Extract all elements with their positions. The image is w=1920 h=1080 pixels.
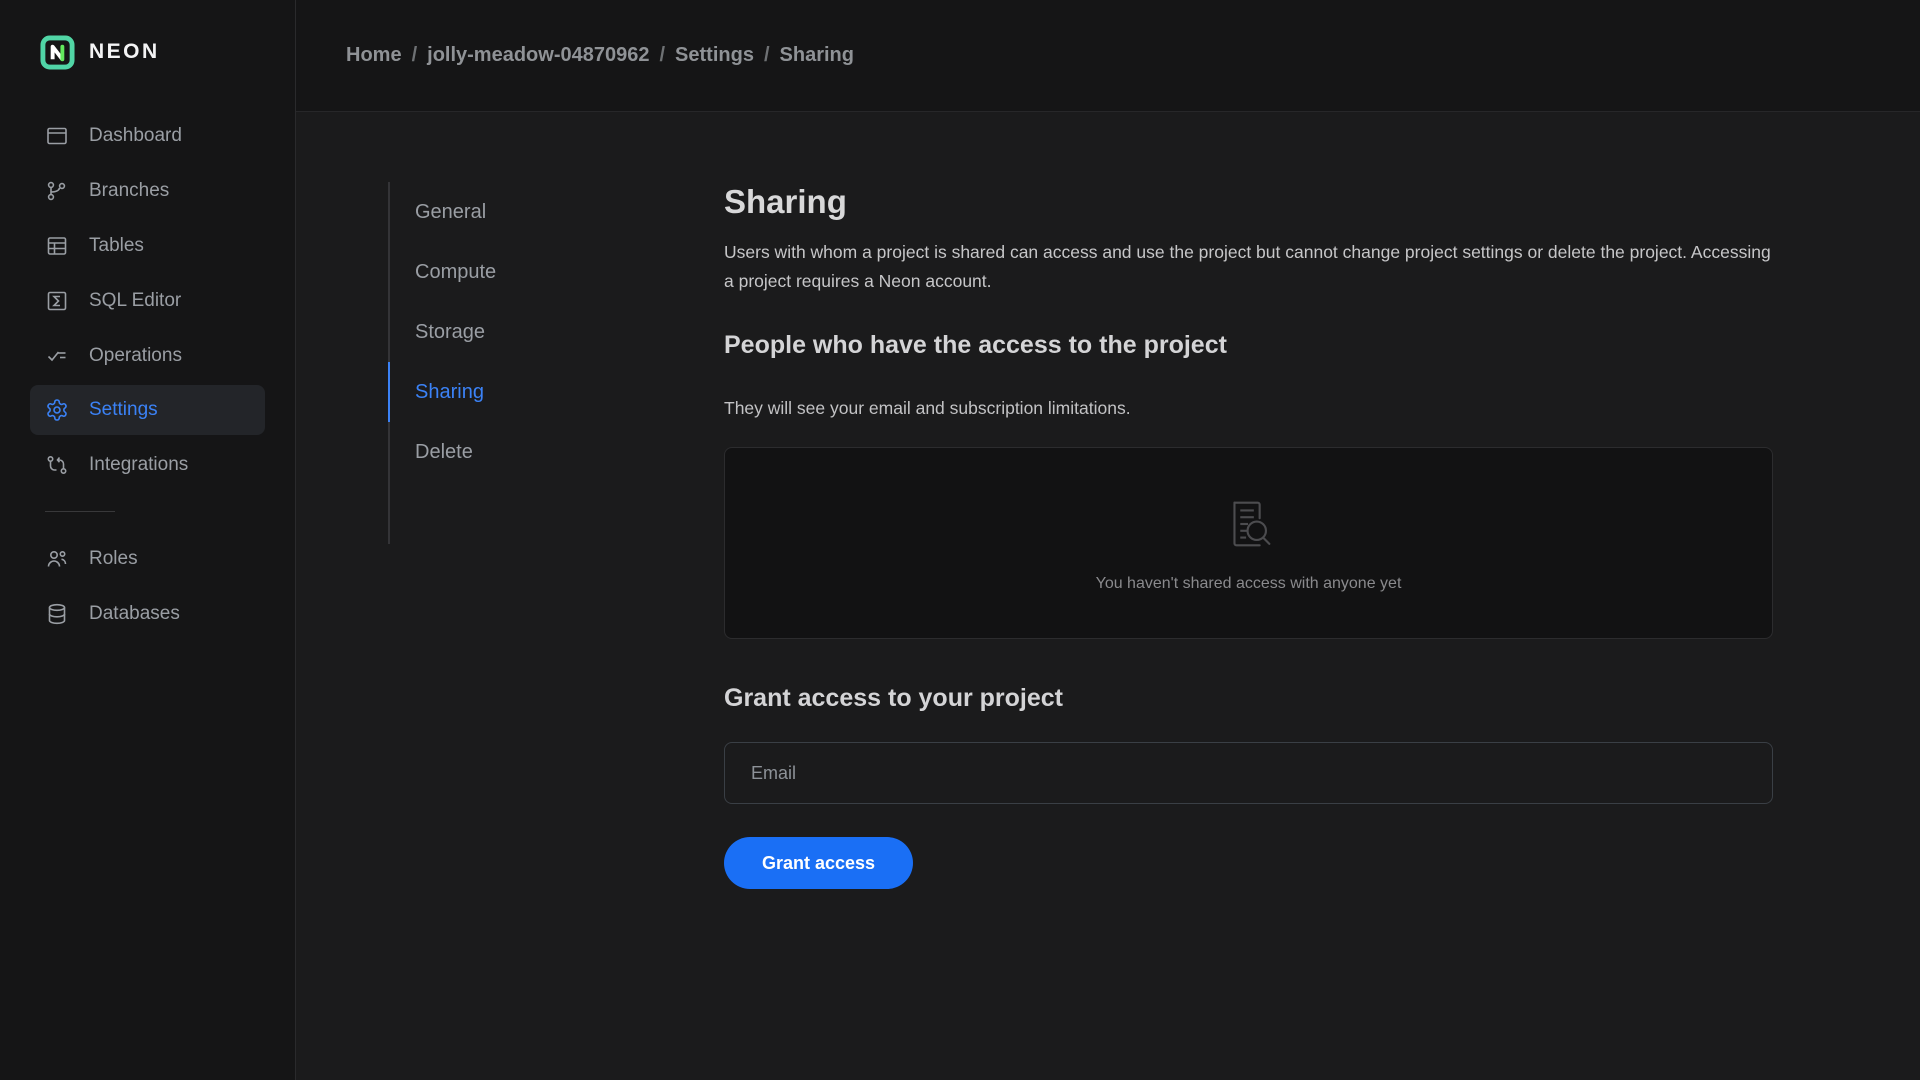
people-access-heading: People who have the access to the projec… <box>724 331 1227 359</box>
breadcrumb-separator: / <box>763 44 770 66</box>
breadcrumb-settings[interactable]: Settings <box>675 44 754 67</box>
tables-icon <box>45 234 69 258</box>
sidebar-divider <box>45 511 115 512</box>
neon-logo-icon <box>40 34 75 70</box>
sidebar-item-label: SQL Editor <box>89 289 182 311</box>
sidebar: NEON Dashboard Branches Tables SQL Edito… <box>0 0 296 1080</box>
brand-wordmark: NEON <box>89 40 160 63</box>
settings-gear-icon <box>45 398 69 422</box>
sidebar-item-operations[interactable]: Operations <box>30 328 265 383</box>
sidebar-item-label: Settings <box>89 399 158 420</box>
sidebar-item-label: Operations <box>89 344 182 366</box>
breadcrumb: Home / jolly-meadow-04870962 / Settings … <box>346 44 854 67</box>
email-input[interactable] <box>724 742 1773 804</box>
sidebar-item-label: Integrations <box>89 453 189 475</box>
settings-content: General Compute Storage Sharing Delete S… <box>296 112 1920 1080</box>
sidebar-item-label: Dashboard <box>89 124 182 146</box>
empty-state-text: You haven't shared access with anyone ye… <box>1095 575 1402 592</box>
breadcrumb-current-sharing: Sharing <box>779 44 854 66</box>
sidebar-item-branches[interactable]: Branches <box>30 163 265 218</box>
operations-icon <box>45 344 69 368</box>
page-title: Sharing <box>724 183 847 220</box>
sidebar-item-label: Databases <box>89 602 180 624</box>
dashboard-icon <box>45 124 69 148</box>
sharing-panel: Sharing Users with whom a project is sha… <box>724 182 1773 1080</box>
sidebar-item-label: Roles <box>89 547 138 569</box>
subnav-item-delete[interactable]: Delete <box>388 422 638 482</box>
branches-icon <box>45 179 69 203</box>
grant-access-heading: Grant access to your project <box>724 684 1064 712</box>
shared-users-empty-state: You haven't shared access with anyone ye… <box>724 447 1773 639</box>
main-column: Home / jolly-meadow-04870962 / Settings … <box>296 0 1920 1080</box>
breadcrumb-separator: / <box>411 44 418 66</box>
sql-editor-icon <box>45 289 69 313</box>
databases-icon <box>45 602 69 626</box>
sidebar-item-tables[interactable]: Tables <box>30 218 265 273</box>
breadcrumb-home[interactable]: Home <box>346 44 402 67</box>
brand-logo[interactable]: NEON <box>0 0 295 74</box>
subnav-item-compute[interactable]: Compute <box>388 242 638 302</box>
sidebar-item-dashboard[interactable]: Dashboard <box>30 108 265 163</box>
sidebar-item-label: Branches <box>89 179 170 201</box>
breadcrumb-separator: / <box>659 44 666 66</box>
settings-subnav: General Compute Storage Sharing Delete <box>388 182 638 544</box>
sidebar-nav: Dashboard Branches Tables SQL Editor Ope… <box>30 108 265 641</box>
subnav-item-sharing[interactable]: Sharing <box>388 362 638 422</box>
sidebar-item-integrations[interactable]: Integrations <box>30 437 265 492</box>
roles-users-icon <box>45 547 69 571</box>
app-window: NEON Dashboard Branches Tables SQL Edito… <box>0 0 1920 1080</box>
breadcrumb-project[interactable]: jolly-meadow-04870962 <box>427 44 649 67</box>
document-search-icon <box>1232 501 1270 547</box>
sidebar-item-roles[interactable]: Roles <box>30 531 265 586</box>
sidebar-item-settings[interactable]: Settings <box>30 385 265 435</box>
topbar: Home / jolly-meadow-04870962 / Settings … <box>296 0 1920 112</box>
subnav-item-general[interactable]: General <box>388 182 638 242</box>
grant-access-button[interactable]: Grant access <box>724 837 914 889</box>
sidebar-item-databases[interactable]: Databases <box>30 586 265 641</box>
subnav-item-storage[interactable]: Storage <box>388 302 638 362</box>
page-description: Users with whom a project is shared can … <box>724 242 1771 291</box>
integrations-icon <box>45 453 69 477</box>
people-access-subtext: They will see your email and subscriptio… <box>724 398 1131 418</box>
sidebar-item-sql-editor[interactable]: SQL Editor <box>30 273 265 328</box>
sidebar-item-label: Tables <box>89 234 144 256</box>
